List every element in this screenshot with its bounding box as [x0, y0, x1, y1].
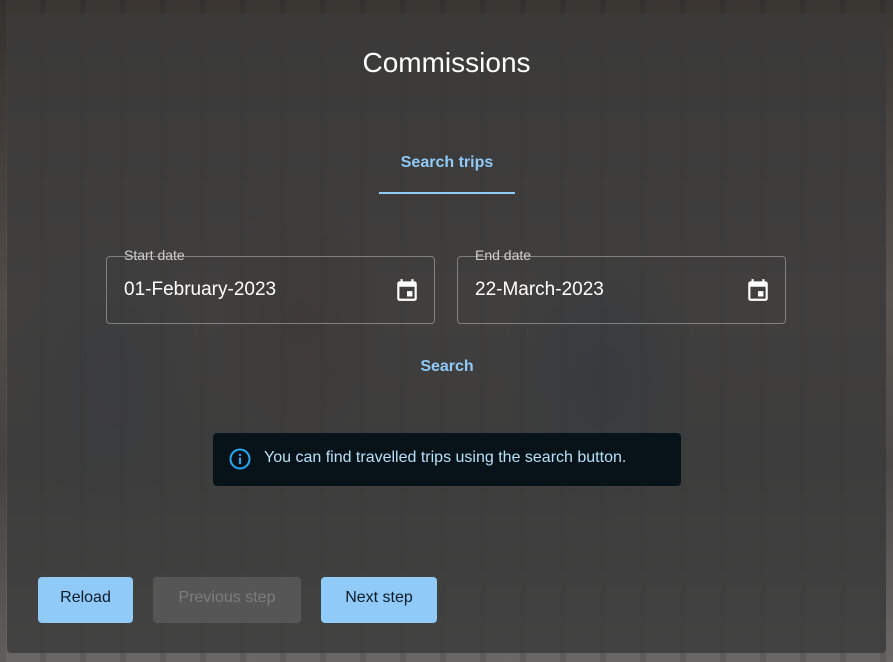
- next-step-button[interactable]: Next step: [321, 577, 437, 623]
- calendar-icon[interactable]: [745, 277, 771, 303]
- start-date-field[interactable]: Start date 01-February-2023: [106, 247, 435, 324]
- reload-button[interactable]: Reload: [38, 577, 133, 623]
- previous-step-button[interactable]: Previous step: [153, 577, 301, 623]
- commissions-dialog: Commissions Search trips Start date 01-F…: [7, 13, 886, 653]
- tab-search-trips[interactable]: Search trips: [379, 153, 515, 195]
- end-date-field[interactable]: End date 22-March-2023: [457, 247, 786, 324]
- end-date-label: End date: [475, 247, 532, 263]
- tab-indicator: [379, 192, 515, 194]
- start-date-label: Start date: [124, 247, 185, 263]
- end-date-value[interactable]: 22-March-2023: [475, 279, 604, 301]
- info-message: You can find travelled trips using the s…: [264, 449, 627, 466]
- info-icon: [229, 448, 251, 470]
- search-button[interactable]: Search: [405, 354, 489, 380]
- calendar-icon[interactable]: [394, 277, 420, 303]
- info-alert: You can find travelled trips using the s…: [213, 433, 681, 486]
- page-title: Commissions: [362, 47, 531, 78]
- start-date-value[interactable]: 01-February-2023: [124, 279, 276, 301]
